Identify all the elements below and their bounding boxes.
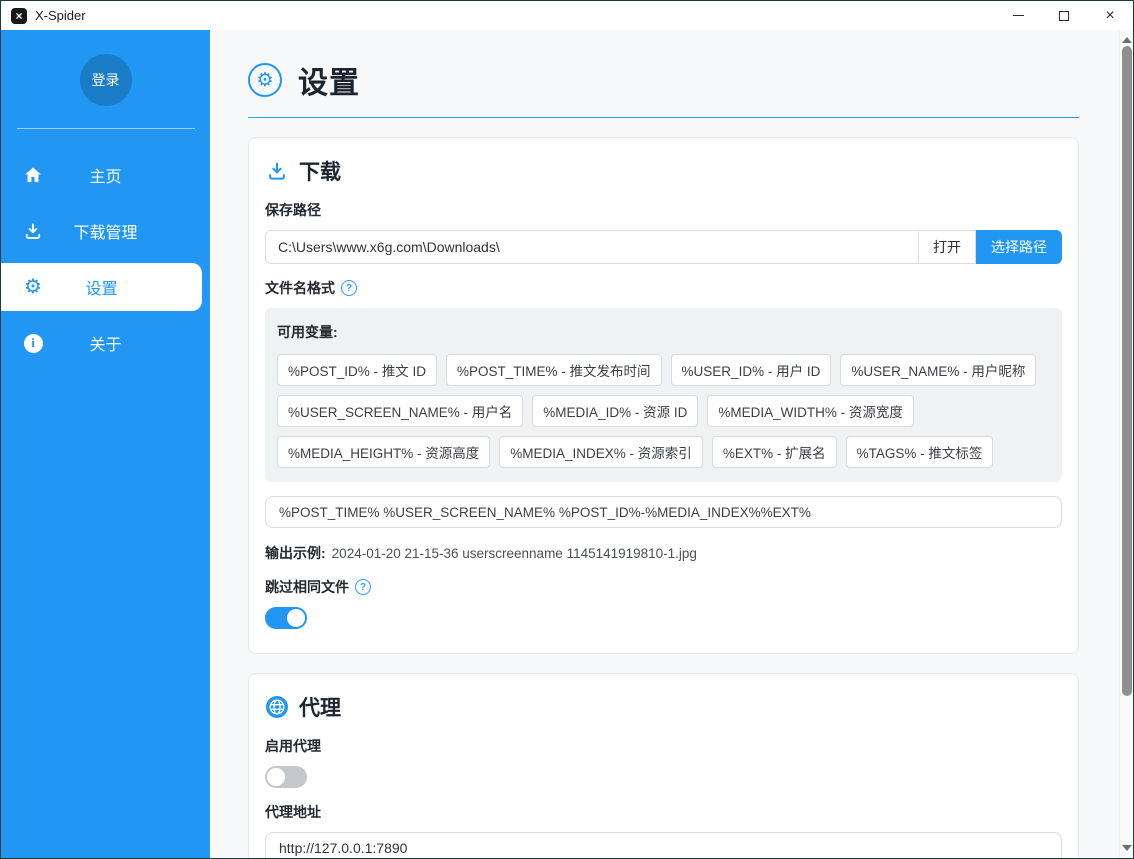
sidebar-item-about[interactable]: i 关于 bbox=[1, 319, 210, 367]
maximize-button[interactable] bbox=[1041, 1, 1087, 30]
app-body: 登录 主页 下载管理 ⚙ 设置 bbox=[1, 30, 1133, 858]
download-section-icon bbox=[265, 159, 289, 183]
globe-icon bbox=[265, 695, 289, 719]
settings-gear-icon: ⚙ bbox=[248, 63, 282, 97]
scroll-down-arrow-icon[interactable] bbox=[1122, 845, 1132, 851]
app-logo-icon: × bbox=[11, 8, 27, 24]
proxy-address-label: 代理地址 bbox=[265, 802, 1062, 822]
scroll-up-arrow-icon[interactable] bbox=[1122, 37, 1132, 43]
variable-chip-row: %POST_ID% - 推文 ID %POST_TIME% - 推文发布时间 %… bbox=[277, 354, 1050, 386]
window-controls: × bbox=[995, 1, 1133, 30]
output-example-line: 输出示例: 2024-01-20 21-15-36 userscreenname … bbox=[265, 543, 1062, 563]
maximize-icon bbox=[1059, 11, 1069, 21]
output-example-label: 输出示例: bbox=[265, 545, 326, 561]
skip-same-label-row: 跳过相同文件 ? bbox=[265, 577, 1062, 597]
filename-format-help-icon[interactable]: ? bbox=[341, 280, 357, 296]
variable-chip[interactable]: %MEDIA_HEIGHT% - 资源高度 bbox=[277, 436, 490, 468]
toggle-knob bbox=[267, 768, 285, 786]
skip-same-toggle[interactable] bbox=[265, 607, 307, 629]
header-divider bbox=[248, 117, 1079, 118]
titlebar: × X-Spider × bbox=[1, 1, 1133, 30]
save-path-label: 保存路径 bbox=[265, 200, 1062, 220]
proxy-section-label: 代理 bbox=[299, 692, 341, 722]
close-button[interactable]: × bbox=[1087, 1, 1133, 30]
sidebar-item-downloads[interactable]: 下载管理 bbox=[1, 207, 210, 255]
window-title: X-Spider bbox=[35, 8, 86, 23]
download-settings-card: 下载 保存路径 打开 选择路径 文件名格式 ? 可用变量: bbox=[248, 137, 1079, 654]
sidebar-divider bbox=[17, 128, 195, 129]
open-path-button[interactable]: 打开 bbox=[918, 230, 976, 264]
variable-chip[interactable]: %USER_ID% - 用户 ID bbox=[671, 354, 832, 386]
vertical-scrollbar[interactable] bbox=[1119, 30, 1133, 858]
variable-chip[interactable]: %USER_SCREEN_NAME% - 用户名 bbox=[277, 395, 523, 427]
variable-chip[interactable]: %MEDIA_INDEX% - 资源索引 bbox=[499, 436, 703, 468]
titlebar-left: × X-Spider bbox=[1, 8, 86, 24]
skip-same-help-icon[interactable]: ? bbox=[355, 579, 371, 595]
variable-chip[interactable]: %POST_TIME% - 推文发布时间 bbox=[446, 354, 662, 386]
filename-format-label-row: 文件名格式 ? bbox=[265, 278, 1062, 298]
minimize-icon bbox=[1013, 15, 1024, 16]
proxy-address-input[interactable] bbox=[265, 832, 1062, 858]
gear-icon: ⚙ bbox=[21, 275, 45, 299]
sidebar-item-home[interactable]: 主页 bbox=[1, 151, 210, 199]
variable-chip[interactable]: %TAGS% - 推文标签 bbox=[846, 436, 994, 468]
variable-chip[interactable]: %MEDIA_ID% - 资源 ID bbox=[532, 395, 698, 427]
variable-chip-row: %USER_SCREEN_NAME% - 用户名 %MEDIA_ID% - 资源… bbox=[277, 395, 1050, 427]
proxy-settings-card: 代理 启用代理 代理地址 bbox=[248, 673, 1079, 858]
app-window: × X-Spider × 登录 主页 bbox=[0, 0, 1134, 859]
variable-chip[interactable]: %EXT% - 扩展名 bbox=[712, 436, 837, 468]
login-label: 登录 bbox=[92, 70, 120, 90]
close-icon: × bbox=[1105, 8, 1114, 24]
download-icon bbox=[21, 219, 45, 243]
save-path-input[interactable] bbox=[266, 231, 918, 263]
login-button[interactable]: 登录 bbox=[80, 54, 132, 106]
filename-format-label: 文件名格式 bbox=[265, 278, 335, 298]
minimize-button[interactable] bbox=[995, 1, 1041, 30]
sidebar-nav: 主页 下载管理 ⚙ 设置 i 关于 bbox=[1, 147, 210, 371]
page-title: 设置 bbox=[298, 58, 360, 102]
page-header: ⚙ 设置 bbox=[248, 58, 1079, 102]
filename-format-input[interactable] bbox=[265, 496, 1062, 528]
enable-proxy-toggle[interactable] bbox=[265, 766, 307, 788]
choose-path-button[interactable]: 选择路径 bbox=[976, 230, 1062, 264]
home-icon bbox=[21, 163, 45, 187]
toggle-knob bbox=[287, 609, 305, 627]
skip-same-label: 跳过相同文件 bbox=[265, 577, 349, 597]
scrollbar-thumb[interactable] bbox=[1122, 46, 1132, 696]
variable-chip[interactable]: %MEDIA_WIDTH% - 资源宽度 bbox=[707, 395, 914, 427]
save-path-row: 打开 选择路径 bbox=[265, 230, 1062, 264]
output-example-value: 2024-01-20 21-15-36 userscreenname 11451… bbox=[332, 546, 697, 561]
variable-chip-row: %MEDIA_HEIGHT% - 资源高度 %MEDIA_INDEX% - 资源… bbox=[277, 436, 1050, 468]
info-icon: i bbox=[21, 331, 45, 355]
variable-chip[interactable]: %POST_ID% - 推文 ID bbox=[277, 354, 437, 386]
settings-page: ⚙ 设置 下载 保存路径 打开 选择路径 bbox=[210, 30, 1133, 858]
available-variables-panel: 可用变量: %POST_ID% - 推文 ID %POST_TIME% - 推文… bbox=[265, 308, 1062, 482]
sidebar: 登录 主页 下载管理 ⚙ 设置 bbox=[1, 30, 210, 858]
download-section-label: 下载 bbox=[299, 156, 341, 186]
available-variables-label: 可用变量: bbox=[277, 322, 1050, 342]
proxy-section-title: 代理 bbox=[265, 692, 1062, 722]
enable-proxy-label: 启用代理 bbox=[265, 736, 1062, 756]
variable-chip[interactable]: %USER_NAME% - 用户昵称 bbox=[840, 354, 1036, 386]
download-section-title: 下载 bbox=[265, 156, 1062, 186]
sidebar-item-settings[interactable]: ⚙ 设置 bbox=[1, 263, 202, 311]
save-path-input-wrap bbox=[265, 230, 918, 264]
